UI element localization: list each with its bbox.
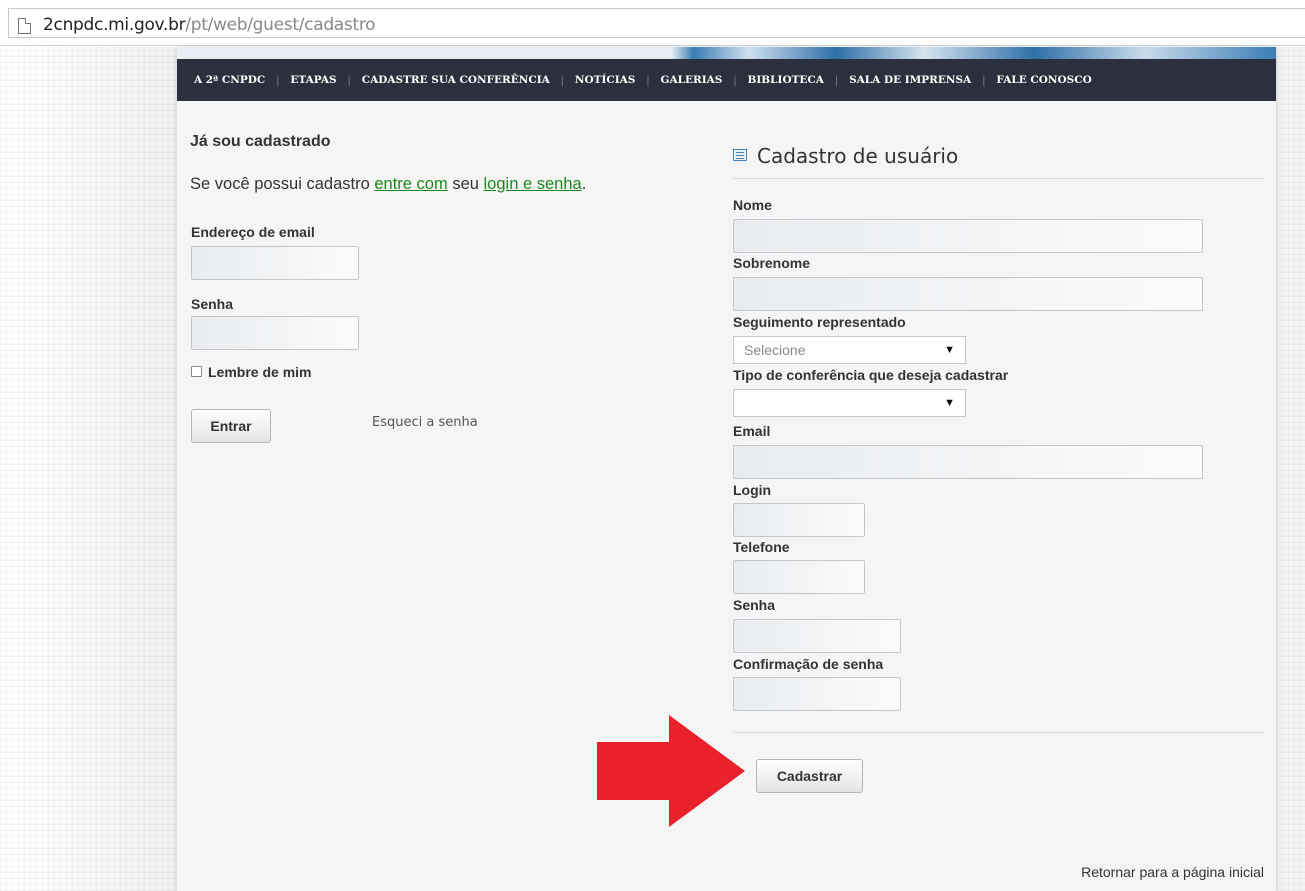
login-intro: Se você possui cadastro entre com seu lo… [190,175,586,194]
url-field[interactable]: 2cnpdc.mi.gov.br/pt/web/guest/cadastro [8,8,1305,38]
url-text[interactable]: 2cnpdc.mi.gov.br/pt/web/guest/cadastro [43,15,376,35]
remember-checkbox[interactable] [191,366,202,377]
register-title-text: Cadastro de usuário [757,144,959,168]
nav-item-fale-conosco[interactable]: FALE CONOSCO [996,74,1091,86]
main-nav: A 2ª CNPDC | ETAPAS | CADASTRE SUA CONFE… [177,59,1276,101]
confirmacao-label: Confirmação de senha [733,656,884,672]
login-input[interactable] [733,503,865,537]
tipo-select[interactable]: ▼ [733,389,966,417]
intro-text: seu [447,175,484,193]
address-bar: 2cnpdc.mi.gov.br/pt/web/guest/cadastro [0,0,1305,46]
dropdown-arrow-icon: ▼ [944,344,955,356]
login-email-input[interactable] [191,246,359,280]
form-divider [733,732,1264,733]
background-pattern-left [0,47,177,891]
password-label: Senha [191,296,234,312]
intro-text: . [581,175,587,193]
nav-separator: | [276,73,280,87]
nav-separator: | [733,73,737,87]
email-label: Endereço de email [191,224,315,240]
senha-label: Senha [733,597,776,613]
header-banner [177,47,1276,59]
seguimento-selected-value: Selecione [744,342,806,358]
nav-item-galerias[interactable]: GALERIAS [661,74,723,86]
page-icon [18,18,31,34]
url-path: /pt/web/guest/cadastro [185,15,376,35]
sobrenome-label: Sobrenome [733,255,811,271]
register-title: Cadastro de usuário [733,144,958,168]
intro-text: Se você possui cadastro [190,175,375,193]
nav-item-sala-de-imprensa[interactable]: SALA DE IMPRENSA [849,74,971,86]
nav-separator: | [982,73,986,87]
tipo-label: Tipo de conferência que deseja cadastrar [733,367,1009,383]
nav-item-biblioteca[interactable]: BIBLIOTECA [748,74,824,86]
login-e-senha-link[interactable]: login e senha [484,175,582,193]
nav-separator: | [560,73,564,87]
url-host: 2cnpdc.mi.gov.br [43,15,186,35]
nav-separator: | [834,73,839,87]
cadastrar-button[interactable]: Cadastrar [756,759,863,793]
seguimento-select[interactable]: Selecione ▼ [733,336,966,364]
login-label: Login [733,482,772,498]
dropdown-arrow-icon: ▼ [944,397,955,409]
telefone-label: Telefone [733,539,790,555]
login-title: Já sou cadastrado [190,133,331,150]
entre-com-link[interactable]: entre com [374,175,447,193]
forgot-password-link[interactable]: Esqueci a senha [372,415,478,430]
title-divider [733,178,1264,179]
annotation-arrow-icon [597,715,745,827]
sobrenome-input[interactable] [733,277,1203,311]
seguimento-label: Seguimento representado [733,314,906,330]
senha-input[interactable] [733,619,901,653]
nav-item-cadastre[interactable]: CADASTRE SUA CONFERÊNCIA [362,74,550,86]
entrar-button[interactable]: Entrar [191,409,271,443]
telefone-input[interactable] [733,560,865,594]
return-home-link[interactable]: Retornar para a página inicial [1081,864,1264,880]
nav-item-a-2a-cnpdc[interactable]: A 2ª CNPDC [194,74,265,86]
background-pattern-right [1276,47,1305,891]
nome-label: Nome [733,197,772,213]
nav-separator: | [646,73,650,87]
nav-separator: | [347,73,351,87]
remember-label: Lembre de mim [208,364,312,380]
nome-input[interactable] [733,219,1203,253]
email-label: Email [733,423,771,439]
nav-item-etapas[interactable]: ETAPAS [290,74,336,86]
login-password-input[interactable] [191,316,359,350]
register-email-input[interactable] [733,445,1203,479]
nav-item-noticias[interactable]: NOTÍCIAS [575,74,635,86]
confirmacao-senha-input[interactable] [733,677,901,711]
